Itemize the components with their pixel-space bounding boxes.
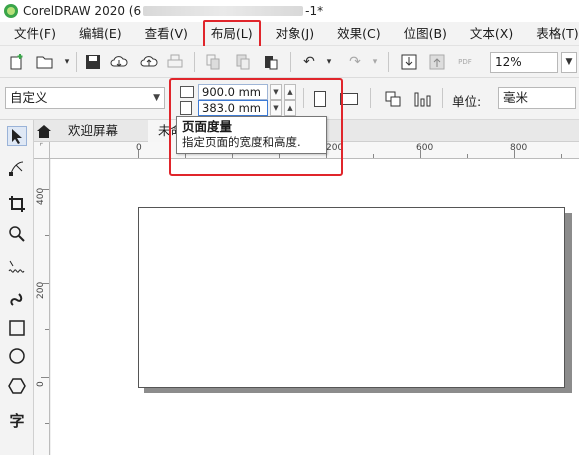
shape-tool-icon[interactable] [7,158,27,178]
menu-layout[interactable]: 布局(L) [202,19,261,48]
polygon-tool-icon[interactable] [7,376,27,396]
menu-table[interactable]: 表格(T) [528,23,579,45]
ruler-tick [41,189,49,190]
ruler-tick [373,154,374,158]
units-label: 单位: [452,94,482,109]
menu-edit[interactable]: 编辑(E) [71,23,130,45]
menu-effects[interactable]: 效果(C) [329,23,388,45]
export-icon[interactable] [428,53,446,71]
redo-icon[interactable]: ↷ [346,53,364,71]
cloud-upload-icon[interactable] [140,53,158,71]
ruler-tick [45,329,49,330]
home-icon[interactable] [36,123,52,139]
zoom-dropdown-icon[interactable]: ▼ [561,52,577,73]
tab-welcome-screen[interactable]: 欢迎屏幕 [58,120,128,142]
undo-dropdown-icon[interactable]: ▾ [320,53,338,71]
paste-icon[interactable] [262,53,280,71]
ruler-label: 0 [36,381,46,387]
chevron-down-icon: ▼ [153,93,160,103]
menu-bar: 文件(F) 编辑(E) 查看(V) 布局(L) 对象(J) 效果(C) 位图(B… [0,19,579,48]
print-icon[interactable] [166,53,184,71]
current-page-icon[interactable] [414,90,432,108]
cloud-download-icon[interactable] [110,53,128,71]
menu-bitmaps[interactable]: 位图(B) [396,23,455,45]
artistic-media-tool-icon[interactable] [7,288,27,308]
ruler-tick [467,154,468,158]
toolbar-separator [370,88,371,108]
open-dropdown-icon[interactable]: ▾ [58,53,76,71]
redacted-title-segment [143,6,304,16]
publish-pdf-icon[interactable]: PDF [456,53,474,71]
vertical-ruler[interactable]: 400 200 0 [34,159,50,455]
redo-dropdown-icon[interactable]: ▾ [366,53,384,71]
ruler-label: 800 [510,143,528,153]
ruler-origin[interactable]: ⌜ [34,142,50,159]
zoom-tool-icon[interactable] [7,224,27,244]
menu-object[interactable]: 对象(J) [268,23,322,45]
menu-file[interactable]: 文件(F) [6,23,64,45]
zoom-level-input[interactable]: 12% [490,52,558,73]
undo-icon[interactable]: ↶ [300,53,318,71]
ruler-tick [41,377,49,378]
page-dimensions-highlight [169,78,343,176]
ruler-tick [138,150,139,158]
cut-icon[interactable] [204,53,222,71]
coreldraw-logo-icon [4,4,18,18]
menu-text[interactable]: 文本(X) [462,23,521,45]
pick-tool-icon[interactable] [7,126,27,146]
toolbar-separator [388,52,389,72]
toolbar-separator [76,52,77,72]
coreldraw-window: CorelDRAW 2020 (6 -1* 文件(F) 编辑(E) 查看(V) … [0,0,579,455]
page-size-preset-value: 自定义 [10,90,48,105]
freehand-tool-icon[interactable] [7,258,27,278]
standard-toolbar: ▾ ↶ ▾ ↷ ▾ PDF 12% ▼ [0,46,579,78]
units-select[interactable]: 毫米 [498,87,576,109]
open-folder-icon[interactable] [36,53,54,71]
crop-tool-icon[interactable] [7,194,27,214]
pdf-label: PDF [458,58,472,66]
toolbar-separator [290,52,291,72]
save-icon[interactable] [84,53,102,71]
window-title-suffix: -1* [305,4,324,18]
new-document-icon[interactable] [8,53,26,71]
ruler-tick [41,283,49,284]
all-pages-icon[interactable] [384,90,402,108]
rectangle-tool-icon[interactable] [7,318,27,338]
page-size-preset-select[interactable]: 自定义 ▼ [5,87,165,109]
ellipse-tool-icon[interactable] [7,346,27,366]
ruler-tick [45,423,49,424]
ruler-label: 600 [416,143,434,153]
ruler-label: 400 [36,187,46,205]
toolbar-separator [194,52,195,72]
menu-view[interactable]: 查看(V) [137,23,196,45]
title-bar: CorelDRAW 2020 (6 -1* [0,0,579,22]
ruler-tick [514,150,515,158]
ruler-tick [561,154,562,158]
copy-icon[interactable] [234,53,252,71]
toolbar-separator [442,88,443,108]
text-tool-icon[interactable]: 字 [7,410,27,430]
import-icon[interactable] [400,53,418,71]
ruler-tick [420,150,421,158]
toolbox: 字 [0,120,34,455]
ruler-tick [45,235,49,236]
window-title-prefix: CorelDRAW 2020 (6 [23,4,142,18]
document-page[interactable] [138,207,565,388]
ruler-label: 200 [36,281,46,299]
